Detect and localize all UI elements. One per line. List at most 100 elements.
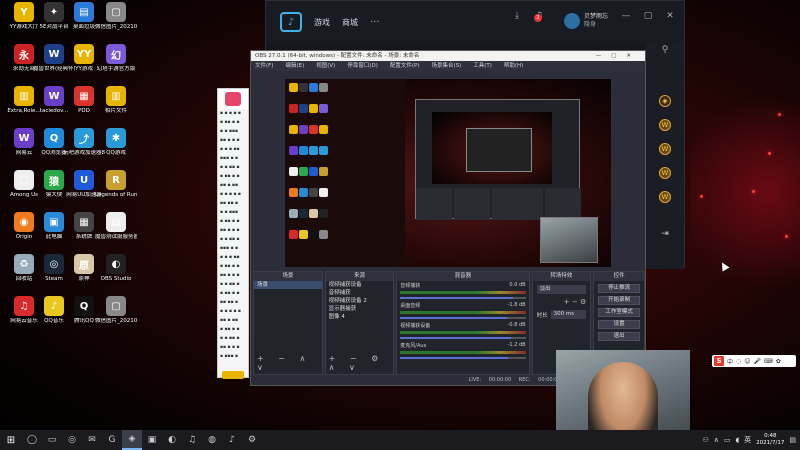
search-icon[interactable]: ⚲ — [646, 45, 684, 55]
tray-people-icon[interactable]: ⚇ — [702, 436, 708, 444]
chat-input[interactable] — [222, 371, 244, 379]
stop-streaming-button[interactable]: 停止推流 — [598, 284, 640, 293]
clock[interactable]: 0:48 2021/7/17 — [756, 433, 784, 447]
nav-tab-games[interactable]: 游戏 — [314, 17, 330, 28]
more-menu-icon[interactable]: ··· — [370, 17, 380, 28]
wow-icon[interactable]: W — [659, 167, 671, 179]
nav-tab-store[interactable]: 商城 — [342, 17, 358, 28]
chat-line: ▪ ▪▪ ▪ ▪ — [220, 219, 240, 224]
scenes-toolbar[interactable]: + − ∧ ∨ — [257, 354, 322, 372]
taskbar-app-icon[interactable]: ◯ — [22, 430, 42, 450]
preview-mini-icon — [309, 230, 318, 239]
notification-center-icon[interactable]: ▤ — [789, 436, 796, 444]
audio-meter — [400, 331, 526, 334]
start-button[interactable]: ⊞ — [0, 430, 22, 450]
obs-window[interactable]: OBS 27.0.1 (64-bit, windows) - 配置文件: 未命名… — [250, 50, 646, 386]
desktop-icon[interactable]: ▢ 微信图片_2021071... — [95, 2, 137, 31]
preview-mini-icon — [319, 188, 328, 197]
duration-input[interactable]: 300 ms — [550, 310, 587, 319]
obs-menu-item[interactable]: 配置文件(P) — [390, 61, 420, 71]
start-recording-button[interactable]: 开始录制 — [598, 296, 640, 305]
volume-slider[interactable] — [400, 297, 526, 299]
tray-ime-icon[interactable]: 英 — [744, 435, 751, 445]
ime-keyboard-icon[interactable]: ⌨ — [764, 358, 773, 365]
tray-volume-icon[interactable]: ◖ — [735, 436, 739, 444]
desktop-icon[interactable]: 幻幻塔手游官方版 — [96, 44, 136, 73]
taskbar-app-icon[interactable]: ◈ — [122, 430, 142, 450]
source-item[interactable]: 视频捕获设备 2 — [326, 297, 394, 305]
source-item[interactable]: 显示器捕获 — [326, 305, 394, 313]
desktop-icon[interactable]: R Legends of Runeterra — [95, 170, 137, 199]
obs-menu-item[interactable]: 停靠窗口(D) — [347, 61, 378, 71]
taskbar-app-icon[interactable]: ▭ — [42, 430, 62, 450]
chat-line: ▪▪ ▪ ▪ ▪ — [220, 138, 240, 143]
app-icon: ▢ — [106, 2, 126, 22]
obs-titlebar: OBS 27.0.1 (64-bit, windows) - 配置文件: 未命名… — [251, 51, 645, 61]
taskbar-app-icon[interactable]: ⚙ — [242, 430, 262, 450]
preview-mini-icon — [319, 167, 328, 176]
taskbar-app-icon[interactable]: ◐ — [162, 430, 182, 450]
ime-skin-icon[interactable]: ✿ — [776, 358, 781, 365]
audio-meter — [400, 311, 526, 314]
obs-window-controls[interactable]: —▢✕ — [596, 51, 641, 61]
desktop-icon[interactable]: ✱ QQ游戏 — [96, 128, 136, 157]
source-item[interactable]: 视频捕获设备 — [326, 281, 394, 289]
mixer-track-header: 桌面音频 -1.8 dB — [400, 302, 525, 309]
taskbar-app-icon[interactable]: ◎ — [62, 430, 82, 450]
ime-emoji-icon[interactable]: ☺ — [744, 358, 750, 365]
taskbar-app-icon[interactable]: ▣ — [142, 430, 162, 450]
taskbar-app-icon[interactable]: ♪ — [222, 430, 242, 450]
tray-network-icon[interactable]: ▭ — [724, 436, 731, 444]
studio-mode-button[interactable]: 工作室模式 — [598, 308, 640, 317]
tray-expand-icon[interactable]: ∧ — [714, 436, 719, 444]
obs-menu-item[interactable]: 场景集合(S) — [431, 61, 461, 71]
desktop-icon[interactable]: ▥ 相片文件 — [96, 86, 136, 115]
download-icon[interactable]: ⤓ — [511, 11, 523, 23]
source-item[interactable]: 音频捕获 — [326, 289, 394, 297]
taskbar-app-icon[interactable]: ✉ — [82, 430, 102, 450]
settings-button[interactable]: 设置 — [598, 320, 640, 329]
sidebar-collapse-icon[interactable]: ⇥ — [646, 229, 684, 239]
obs-preview[interactable] — [285, 79, 611, 267]
maximize-icon[interactable]: ▢ — [642, 11, 654, 23]
wow-icon[interactable]: W — [659, 119, 671, 131]
mixer-track: 视频捕获设备 -0.8 dB — [397, 321, 528, 341]
taskbar-app-icon[interactable]: G — [102, 430, 122, 450]
taskbar-app-icon[interactable]: ♫ — [182, 430, 202, 450]
obs-menu-item[interactable]: 文件(F) — [255, 61, 273, 71]
ime-mode[interactable]: 中 — [727, 357, 733, 366]
close-icon[interactable]: ✕ — [664, 11, 676, 23]
volume-slider[interactable] — [400, 357, 526, 359]
transition-toolbar[interactable]: + − ⚙ — [537, 298, 586, 306]
preview-mini-icon — [309, 188, 318, 197]
obs-menu-item[interactable]: 帮助(H) — [504, 61, 523, 71]
ime-punct-icon[interactable]: ◌ — [736, 358, 741, 365]
transition-select[interactable]: 淡出 — [536, 285, 587, 294]
user-profile[interactable]: 贝梦雨忘 隐身 — [564, 13, 608, 29]
desktop-icon[interactable]: ◐ OBS Studio — [96, 254, 136, 283]
desktop-icon[interactable]: ▤ 魔兽测试服服务器 — [95, 212, 137, 241]
volume-slider[interactable] — [400, 337, 526, 339]
preview-mini-icon — [309, 167, 318, 176]
source-item[interactable]: 图像 4 — [326, 313, 394, 321]
obs-menu-item[interactable]: 视图(V) — [316, 61, 335, 71]
obs-menu-item[interactable]: 工具(T) — [473, 61, 492, 71]
volume-slider[interactable] — [400, 317, 526, 319]
desktop-icon[interactable]: ▢ 微信图片_2021071... — [95, 296, 137, 325]
wow-icon[interactable]: W — [659, 191, 671, 203]
ember-particle — [752, 190, 755, 193]
live-chat-panel[interactable]: ▪ ▪ ▪ ▪ ▪ ▪ ▪▪ ▪ ▪ ▪ ▪ ▪▪▪ ▪▪ ▪ ▪ ▪ ▪ ▪ … — [217, 88, 249, 379]
minimize-icon[interactable]: — — [620, 11, 632, 23]
app-icon: ♫ — [14, 296, 34, 316]
obs-menu-item[interactable]: 编辑(E) — [285, 61, 304, 71]
chat-line: ▪▪ ▪ ▪ ▪ — [220, 228, 240, 233]
scene-item[interactable]: 场景 — [254, 281, 322, 289]
sources-toolbar[interactable]: + − ⚙ ∧ ∨ — [329, 354, 394, 372]
mixer-track-header: 视频捕获设备 -0.8 dB — [400, 322, 525, 329]
exit-button[interactable]: 退出 — [598, 332, 640, 341]
wow-icon[interactable]: W — [659, 143, 671, 155]
game-icon[interactable]: ◈ — [659, 95, 671, 107]
ime-mic-icon[interactable]: 🎤 — [754, 358, 761, 365]
ime-toolbar[interactable]: S 中 ◌ ☺ 🎤 ⌨ ✿ — [712, 355, 796, 367]
taskbar-app-icon[interactable]: ◍ — [202, 430, 222, 450]
